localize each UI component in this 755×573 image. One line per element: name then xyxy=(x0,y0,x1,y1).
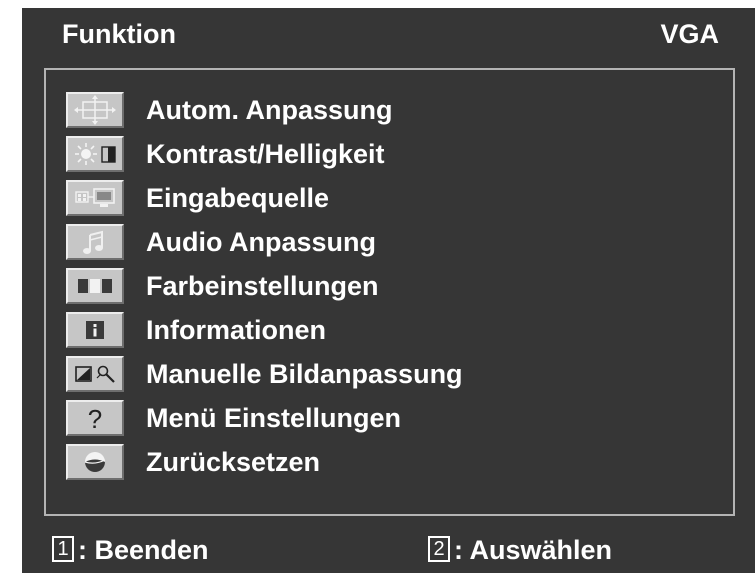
menu-item-contrast-brightness[interactable]: Kontrast/Helligkeit xyxy=(66,134,706,174)
menu-item-information[interactable]: Informationen xyxy=(66,310,706,350)
contrast-brightness-icon xyxy=(66,136,124,172)
exit-hint: 1 : Beenden xyxy=(52,534,312,566)
menu-title: Funktion xyxy=(62,19,176,49)
select-hint-label: : Auswählen xyxy=(454,535,613,565)
menu-item-label: Farbeinstellungen xyxy=(146,271,379,301)
menu-item-audio-adjust[interactable]: Audio Anpassung xyxy=(66,222,706,262)
menu-item-color-settings[interactable]: Farbeinstellungen xyxy=(66,266,706,306)
menu-item-label: Menü Einstellungen xyxy=(146,403,402,433)
menu-item-label: Autom. Anpassung xyxy=(146,95,393,125)
menu-item-label: Eingabequelle xyxy=(146,183,330,213)
input-source-icon xyxy=(66,180,124,216)
osd-menu-panel: Funktion VGA Autom. Anpassung Kontrast/H… xyxy=(22,8,755,573)
input-source-indicator: VGA xyxy=(660,19,719,49)
menu-item-input-source[interactable]: Eingabequelle xyxy=(66,178,706,218)
function-menu: Autom. Anpassung Kontrast/Helligkeit Ein… xyxy=(44,68,735,516)
menu-item-label: Kontrast/Helligkeit xyxy=(146,139,385,169)
manual-image-adjust-icon xyxy=(66,356,124,392)
reset-icon xyxy=(66,444,124,480)
question-mark-icon: ? xyxy=(66,400,124,436)
button-1-key: 1 xyxy=(52,536,74,562)
color-adjust-icon xyxy=(66,268,124,304)
menu-item-reset[interactable]: Zurücksetzen xyxy=(66,442,706,482)
menu-item-label: Informationen xyxy=(146,315,326,345)
menu-item-menu-settings[interactable]: ? Menü Einstellungen xyxy=(66,398,706,438)
menu-item-manual-image-adjust[interactable]: Manuelle Bildanpassung xyxy=(66,354,706,394)
button-2-key: 2 xyxy=(428,536,450,562)
footer-hints: 1 : Beenden 2 : Auswählen xyxy=(22,526,755,573)
auto-adjust-icon xyxy=(66,92,124,128)
info-icon xyxy=(66,312,124,348)
menu-item-label: Audio Anpassung xyxy=(146,227,376,257)
audio-note-icon xyxy=(66,224,124,260)
menu-item-label: Manuelle Bildanpassung xyxy=(146,359,463,389)
title-bar: Funktion VGA xyxy=(22,8,755,58)
menu-item-auto-adjust[interactable]: Autom. Anpassung xyxy=(66,90,706,130)
menu-item-label: Zurücksetzen xyxy=(146,447,321,477)
select-hint: 2 : Auswählen xyxy=(428,534,708,566)
svg-text:?: ? xyxy=(88,404,102,434)
exit-hint-label: : Beenden xyxy=(78,535,209,565)
